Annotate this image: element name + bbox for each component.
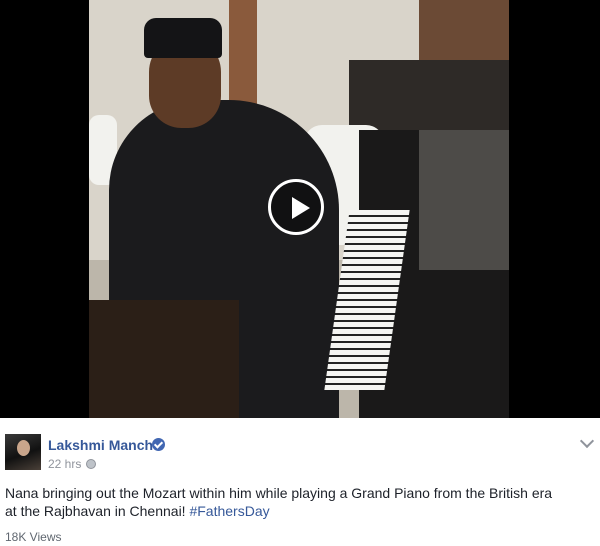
author-name[interactable]: Lakshmi Manchu bbox=[48, 437, 162, 453]
scene-person-cap bbox=[144, 18, 222, 58]
scene-wooden-chair bbox=[89, 300, 239, 418]
video-player[interactable] bbox=[0, 0, 600, 418]
view-count: 18K Views bbox=[5, 530, 62, 544]
post-text-body: Nana bringing out the Mozart within him … bbox=[5, 485, 553, 519]
scene-piano-lid bbox=[419, 130, 509, 270]
timestamp[interactable]: 22 hrs bbox=[48, 457, 81, 471]
scene-window bbox=[419, 0, 509, 60]
meta-separator: · bbox=[78, 457, 82, 471]
hashtag-link[interactable]: #FathersDay bbox=[189, 503, 269, 519]
play-icon[interactable] bbox=[268, 179, 324, 235]
post-text: Nana bringing out the Mozart within him … bbox=[5, 484, 565, 520]
globe-icon bbox=[86, 459, 96, 469]
avatar[interactable] bbox=[5, 434, 41, 470]
verified-badge-icon bbox=[152, 438, 165, 451]
